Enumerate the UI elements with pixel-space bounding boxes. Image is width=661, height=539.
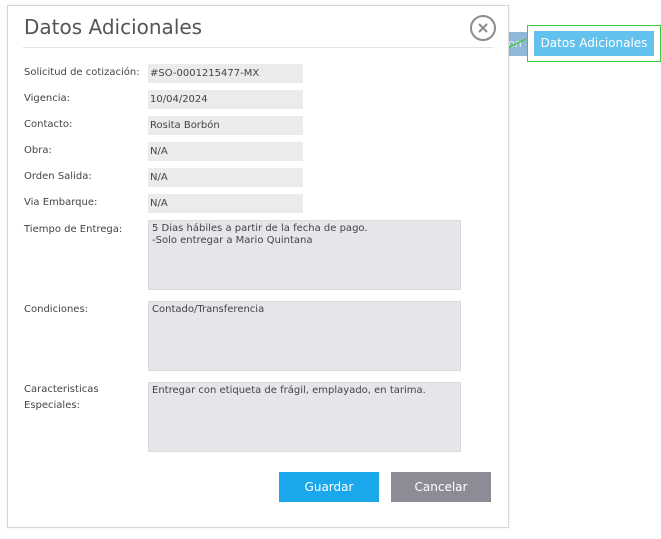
modal-title: Datos Adicionales (24, 15, 203, 39)
via-embarque-label: Via Embarque: (24, 197, 98, 208)
title-divider (23, 47, 493, 48)
orden-salida-label: Orden Salida: (24, 171, 92, 182)
caracteristicas-label-line2: Especiales: (24, 400, 80, 411)
solicitud-label: Solicitud de cotización: (24, 67, 140, 78)
close-icon (478, 23, 488, 33)
solicitud-field[interactable]: #SO-0001215477-MX (148, 64, 303, 83)
contacto-label: Contacto: (24, 119, 73, 130)
caracteristicas-textarea[interactable]: Entregar con etiqueta de frágil, emplaya… (148, 382, 461, 452)
condiciones-textarea[interactable]: Contado/Transferencia (148, 301, 461, 371)
via-embarque-field[interactable]: N/A (148, 194, 303, 213)
close-button[interactable] (470, 15, 496, 41)
cancel-button[interactable]: Cancelar (391, 472, 491, 502)
callout-box: Datos Adicionales (527, 25, 661, 62)
vigencia-field[interactable]: 10/04/2024 (148, 90, 303, 109)
datos-adicionales-button[interactable]: Datos Adicionales (534, 31, 654, 56)
tiempo-entrega-textarea[interactable]: 5 Dias hábiles a partir de la fecha de p… (148, 220, 461, 290)
obra-field[interactable]: N/A (148, 142, 303, 161)
tiempo-entrega-label: Tiempo de Entrega: (24, 224, 123, 235)
obra-label: Obra: (24, 145, 52, 156)
contacto-field[interactable]: Rosita Borbón (148, 116, 303, 135)
caracteristicas-label-line1: Caracteristicas (24, 384, 99, 395)
orden-salida-field[interactable]: N/A (148, 168, 303, 187)
condiciones-label: Condiciones: (24, 304, 89, 315)
save-button[interactable]: Guardar (279, 472, 379, 502)
vigencia-label: Vigencia: (24, 93, 71, 104)
datos-adicionales-modal: Datos Adicionales Solicitud de cotizació… (7, 5, 509, 528)
